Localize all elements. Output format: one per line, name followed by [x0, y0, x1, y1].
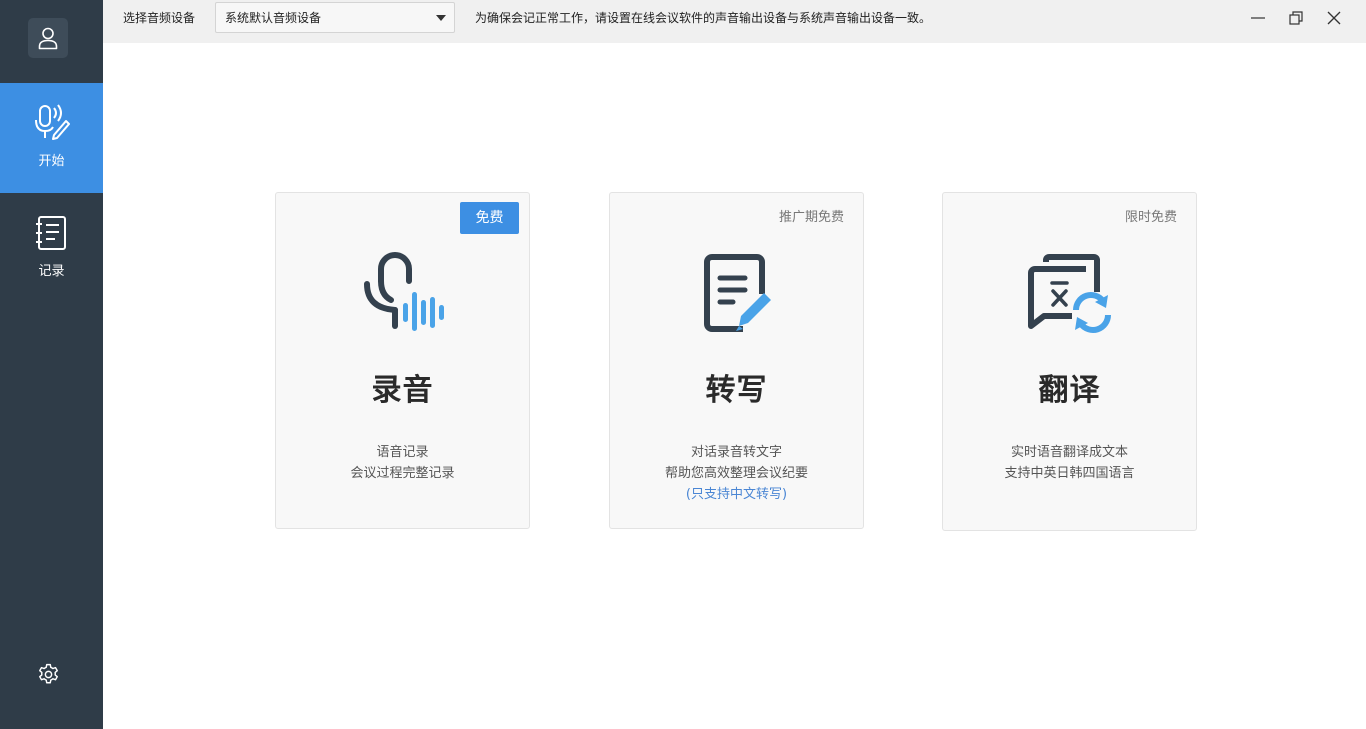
card-title: 翻译	[1038, 373, 1101, 408]
sidebar-item-label: 开始	[38, 154, 65, 169]
microphone-icon	[353, 248, 453, 338]
card-note: (只支持中文转写)	[685, 487, 788, 502]
card-desc-line: 帮助您高效整理会议纪要	[664, 466, 808, 481]
user-avatar-button[interactable]	[28, 18, 68, 58]
app-window: 开始 记录 选择音频设备 系统默认音频设备 为确保会记正常工作，请设置在线会议软…	[0, 0, 1366, 729]
audio-device-select[interactable]: 系统默认音频设备	[215, 2, 455, 33]
close-icon	[1327, 11, 1341, 25]
restore-icon	[1289, 11, 1303, 25]
card-desc-line: 语音记录	[376, 445, 429, 460]
card-title: 转写	[705, 373, 768, 408]
settings-gear-icon[interactable]	[36, 662, 61, 687]
sidebar: 开始 记录	[0, 0, 103, 729]
card-desc-line: 支持中英日韩四国语言	[1004, 466, 1135, 481]
promo-badge: 推广期免费	[778, 210, 844, 225]
card-desc-line: 会议过程完整记录	[350, 466, 455, 481]
translate-bubble-icon	[1020, 248, 1120, 338]
caret-down-icon	[436, 15, 446, 21]
card-translate[interactable]: 限时免费 翻译 实时语音翻译成文本 支持中英日韩四国语言	[942, 192, 1197, 531]
card-title: 录音	[371, 373, 434, 408]
top-bar: 选择音频设备 系统默认音频设备 为确保会记正常工作，请设置在线会议软件的声音输出…	[103, 0, 1366, 43]
minimize-button[interactable]	[1244, 6, 1272, 30]
sidebar-item-label: 记录	[38, 264, 65, 279]
card-desc-line: 实时语音翻译成文本	[1010, 445, 1128, 460]
user-icon	[38, 27, 58, 50]
free-badge: 免费	[460, 202, 519, 234]
audio-device-value: 系统默认音频设备	[225, 11, 322, 25]
restore-button[interactable]	[1282, 6, 1310, 30]
card-transcribe[interactable]: 推广期免费 转写 对话录音转文字 帮助您高效整理会议纪要 (只支持中文转写)	[609, 192, 864, 529]
audio-device-label: 选择音频设备	[123, 11, 196, 25]
card-record[interactable]: 免费 录音 语音记录 会议过程完整记录	[275, 192, 530, 529]
device-notice: 为确保会记正常工作，请设置在线会议软件的声音输出设备与系统声音输出设备一致。	[475, 11, 932, 25]
minimize-icon	[1251, 17, 1265, 19]
sidebar-item-start[interactable]: 开始	[0, 83, 103, 193]
limited-badge: 限时免费	[1124, 210, 1177, 225]
card-desc-line: 对话录音转文字	[690, 445, 782, 460]
microphone-pen-icon	[32, 103, 72, 143]
sidebar-item-records[interactable]: 记录	[0, 193, 103, 303]
close-button[interactable]	[1320, 6, 1348, 30]
notebook-icon	[32, 213, 72, 253]
document-pen-icon	[687, 248, 787, 338]
